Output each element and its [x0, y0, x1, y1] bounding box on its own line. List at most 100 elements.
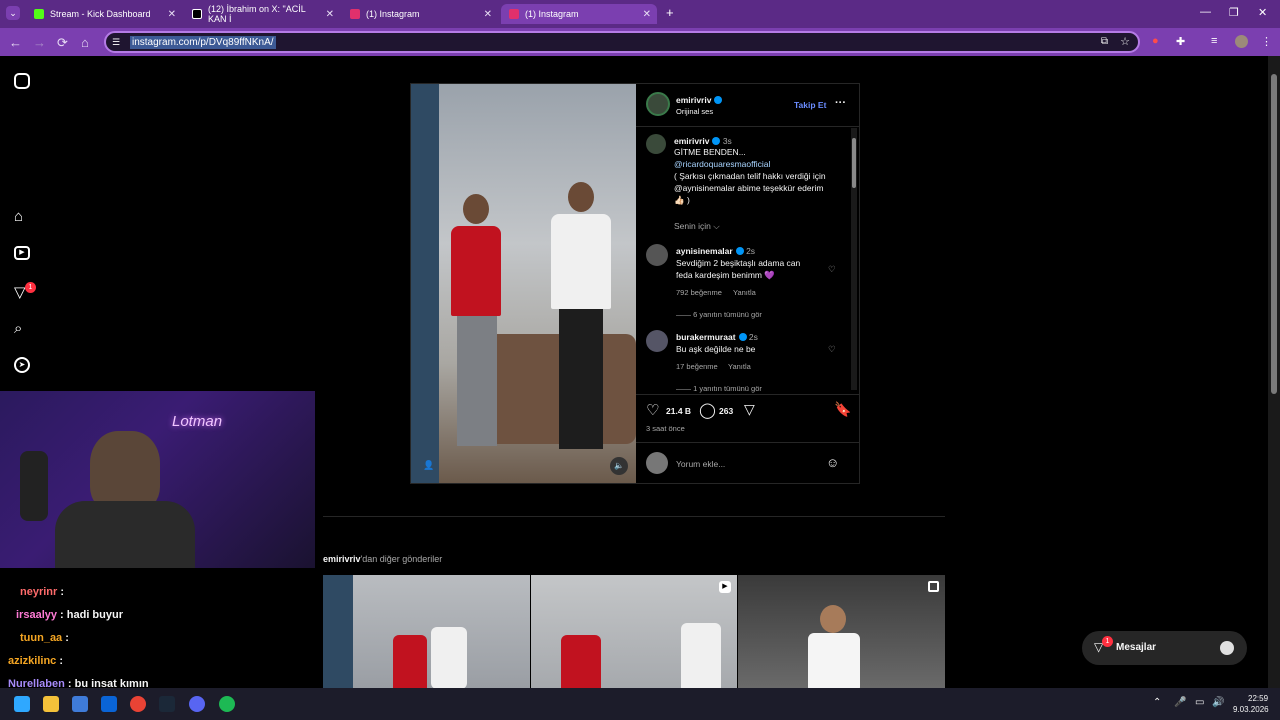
comment-header: burakermuraat 2s	[676, 332, 758, 342]
close-window-icon[interactable]: ✕	[1258, 6, 1267, 19]
like-icon[interactable]: ♡	[646, 401, 659, 419]
author-avatar[interactable]	[646, 92, 670, 116]
streamer-webcam: Lotman	[0, 391, 315, 568]
caption-header: emirivriv 3s	[674, 136, 732, 146]
audio-label[interactable]: Orijinal ses	[676, 107, 713, 116]
post-time: 3 saat önce	[646, 424, 685, 433]
emoji-icon[interactable]: ☺	[826, 455, 839, 470]
microphone	[20, 451, 48, 521]
extensions-icon[interactable]: ✚	[1176, 35, 1185, 48]
grid-post-3[interactable]	[738, 575, 945, 688]
mic-icon[interactable]: 🎤	[1174, 697, 1186, 708]
comments-scrollbar[interactable]	[851, 128, 857, 390]
user-tag-icon[interactable]: 👤	[423, 460, 434, 471]
chat-username: tuun_aa	[20, 632, 63, 644]
minimize-icon[interactable]: —	[1200, 6, 1211, 18]
tab-x[interactable]: (12) İbrahim on X: "ACİL KAN İ ✕	[184, 4, 340, 24]
caption-mention[interactable]: @ricardoquaresmaofficial	[674, 159, 770, 169]
start-icon[interactable]	[14, 696, 30, 712]
verified-icon	[714, 96, 723, 104]
home-nav-icon[interactable]: ⌂	[14, 208, 23, 225]
outlook-icon[interactable]	[101, 696, 117, 712]
file-explorer-icon[interactable]	[43, 696, 59, 712]
steam-icon[interactable]	[159, 696, 175, 712]
bookmark-star-icon[interactable]: ☆	[1120, 35, 1130, 48]
spotify-icon[interactable]	[219, 696, 235, 712]
close-icon[interactable]: ✕	[484, 9, 492, 20]
site-info-icon[interactable]: ☰	[112, 37, 120, 48]
comment-likes[interactable]: 792 beğenme	[676, 288, 722, 297]
address-bar[interactable]: ☰ instagram.com/p/DVq89ffNKnA/ ⧉ ☆	[104, 31, 1140, 53]
follow-button[interactable]: Takip Et	[794, 100, 826, 110]
post-video[interactable]: 👤 🔈	[411, 84, 636, 483]
chat-message: neyrinr :	[20, 586, 65, 598]
scrollbar-thumb[interactable]	[1271, 74, 1277, 394]
mute-button[interactable]: 🔈	[610, 457, 628, 475]
like-count[interactable]: 21.4 B	[666, 406, 691, 416]
tray-chevron-icon[interactable]: ⌃	[1153, 697, 1161, 708]
comment-icon[interactable]: ◯	[699, 401, 716, 419]
close-icon[interactable]: ✕	[168, 9, 176, 20]
back-icon[interactable]: ←	[9, 35, 22, 50]
for-you-dropdown[interactable]: Senin için ⌵	[674, 221, 720, 232]
forward-icon[interactable]: →	[33, 35, 46, 50]
install-app-icon[interactable]: ⧉	[1101, 36, 1108, 47]
home-icon[interactable]: ⌂	[81, 35, 89, 50]
more-posts-username[interactable]: emirivriv	[323, 554, 361, 564]
extension-red-icon[interactable]: ●	[1152, 35, 1159, 47]
messages-nav-icon[interactable]: ▽	[14, 283, 26, 301]
store-icon[interactable]	[72, 696, 88, 712]
volume-icon[interactable]: 🔊	[1212, 697, 1224, 708]
view-replies[interactable]: —— 6 yanıtın tümünü gör	[676, 310, 762, 319]
explore-nav-icon[interactable]: ➤	[14, 357, 30, 373]
reload-icon[interactable]: ⟳	[57, 35, 68, 51]
discord-icon[interactable]	[189, 696, 205, 712]
menu-icon[interactable]: ⋮	[1261, 35, 1272, 48]
view-replies[interactable]: —— 1 yanıtın tümünü gör	[676, 384, 762, 393]
chat-message: irsaalyy : hadi buyur	[16, 609, 123, 621]
share-icon[interactable]: ▽	[744, 401, 755, 418]
clock-date[interactable]: 9.03.2026	[1233, 705, 1269, 714]
chrome-icon[interactable]	[130, 696, 146, 712]
comment-avatar[interactable]	[646, 244, 668, 266]
tab-search-button[interactable]: ⌄	[6, 6, 20, 20]
person-white-shirt	[551, 182, 611, 462]
network-icon[interactable]: ▭	[1195, 697, 1204, 708]
verified-icon	[712, 137, 721, 145]
media-control-icon[interactable]: ≡	[1211, 35, 1217, 47]
maximize-icon[interactable]: ❐	[1229, 6, 1239, 19]
heart-icon[interactable]: ♡	[828, 344, 836, 355]
comment-avatar[interactable]	[646, 330, 668, 352]
heart-icon[interactable]: ♡	[828, 264, 836, 275]
tab-kick[interactable]: Stream - Kick Dashboard ✕	[26, 4, 182, 24]
page-scrollbar[interactable]	[1268, 56, 1280, 688]
tab-instagram-2[interactable]: (1) Instagram ✕	[501, 4, 657, 24]
profile-avatar[interactable]	[1235, 35, 1248, 48]
clock-time[interactable]: 22:59	[1248, 694, 1268, 703]
verified-icon	[735, 247, 744, 255]
comment-header: aynisinemalar 2s	[676, 246, 756, 256]
comment-input[interactable]: Yorum ekle...	[676, 459, 725, 469]
messages-avatar	[1220, 641, 1234, 655]
comment-text-2: feda kardeşim benimm 💜	[676, 270, 775, 280]
grid-post-2[interactable]: ▶	[531, 575, 737, 688]
reply-button[interactable]: Yanıtla	[733, 288, 756, 297]
comment-text: Sevdiğim 2 beşiktaşlı adama can	[676, 258, 801, 268]
close-icon[interactable]: ✕	[326, 9, 334, 20]
comment-likes[interactable]: 17 beğenme	[676, 362, 718, 371]
caption-avatar[interactable]	[646, 134, 666, 154]
messages-button[interactable]: ▽ 1 Mesajlar	[1082, 631, 1247, 665]
save-icon[interactable]: 🔖	[834, 401, 851, 418]
url-text[interactable]: instagram.com/p/DVq89ffNKnA/	[130, 36, 276, 49]
new-tab-button[interactable]: +	[666, 5, 674, 20]
search-nav-icon[interactable]: ⌕	[14, 320, 22, 337]
grid-post-1[interactable]	[323, 575, 530, 688]
reply-button[interactable]: Yanıtla	[728, 362, 751, 371]
more-options-icon[interactable]: ···	[835, 97, 846, 109]
tab-instagram-1[interactable]: (1) Instagram ✕	[342, 4, 498, 24]
instagram-logo-icon[interactable]	[14, 73, 30, 89]
panel-divider	[636, 126, 860, 127]
author-username[interactable]: emirivriv	[676, 95, 723, 105]
close-icon[interactable]: ✕	[643, 9, 651, 20]
reels-nav-icon[interactable]: ▶	[14, 246, 30, 260]
